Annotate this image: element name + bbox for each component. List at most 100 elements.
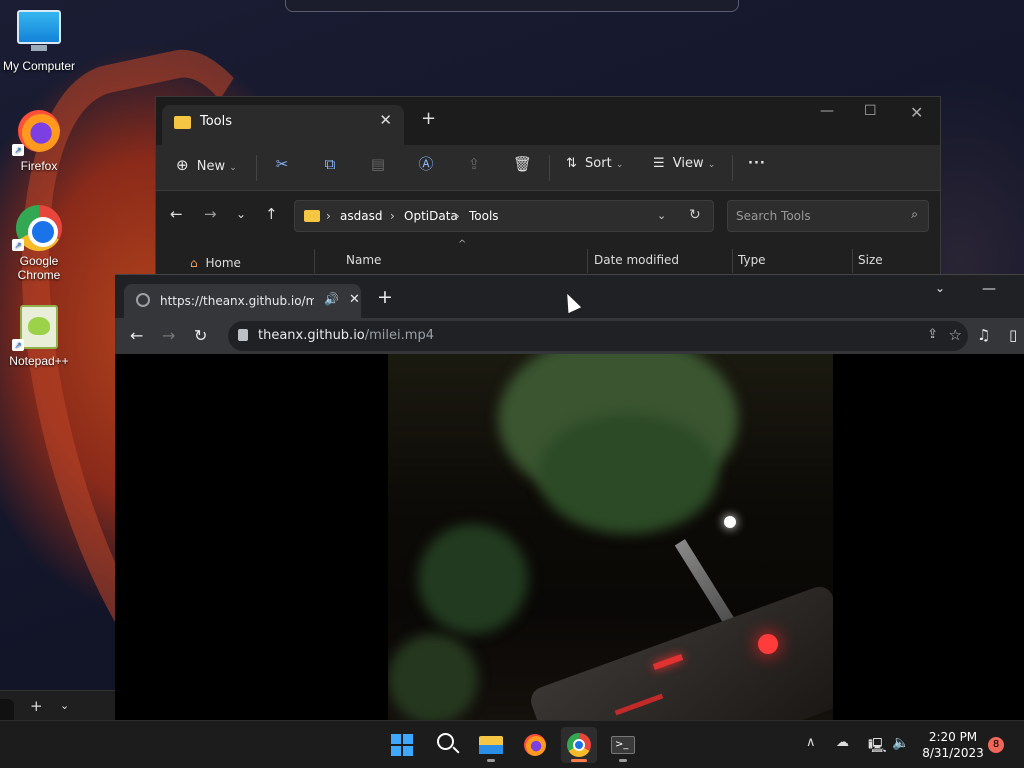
desktop-icon-notepad-plus-plus[interactable]: ↗ Notepad++	[0, 305, 78, 368]
maximize-button[interactable]: ☐	[864, 103, 877, 119]
chrome-icon-center	[573, 739, 585, 751]
taskbar-chrome[interactable]	[561, 727, 597, 763]
video-player[interactable]	[115, 354, 1024, 721]
share-icon[interactable]: ⇪	[927, 327, 938, 342]
new-button-label: New	[196, 159, 226, 174]
search-button[interactable]	[429, 727, 465, 763]
desktop-icon-google-chrome[interactable]: ↗ Google Chrome	[0, 205, 78, 282]
chevron-down-icon[interactable]: ⌄	[60, 699, 69, 712]
refresh-icon[interactable]: ↻	[689, 207, 701, 223]
sort-button-label: Sort	[585, 156, 612, 171]
notepad-plus-plus-icon: ↗	[12, 305, 62, 351]
chrome-browser-window: https://theanx.github.io/milei.mp4 🔊 ✕ +…	[115, 274, 1024, 721]
breadcrumb-item[interactable]: asdasd	[340, 209, 382, 223]
back-arrow-icon[interactable]: ←	[130, 326, 143, 345]
desktop-search-bar[interactable]	[285, 0, 739, 12]
new-tab-button[interactable]: +	[30, 697, 43, 715]
address-bar[interactable]: › asdasd › OptiData › Tools ⌄ ↻	[294, 200, 714, 232]
cut-icon[interactable]: ✂	[273, 155, 291, 173]
network-icon[interactable]: 🖳	[868, 735, 887, 759]
view-button[interactable]: ☰ View ⌄	[653, 156, 715, 171]
desktop-icon-label: Notepad++	[9, 354, 69, 368]
up-arrow-icon[interactable]: ↑	[265, 205, 278, 223]
lock-icon	[238, 329, 248, 341]
new-tab-button[interactable]: +	[421, 108, 436, 129]
taskbar-firefox[interactable]	[517, 727, 553, 763]
search-icon-handle	[452, 746, 460, 754]
notification-badge[interactable]: 8	[988, 737, 1004, 753]
search-input[interactable]: Search Tools ⌕	[727, 200, 929, 232]
toolbar-divider	[256, 155, 257, 181]
desktop-icon-firefox[interactable]: ↗ Firefox	[0, 108, 78, 173]
delete-icon[interactable]: 🗑	[513, 155, 532, 173]
new-button[interactable]: ⊕ New ⌄	[176, 156, 237, 174]
toolbar-divider	[549, 155, 550, 181]
view-list-icon: ☰	[653, 156, 665, 171]
column-divider	[314, 249, 315, 273]
column-header-type[interactable]: Type	[738, 253, 766, 267]
video-foliage	[418, 524, 528, 634]
audio-playing-icon[interactable]: 🔊	[324, 292, 339, 306]
firefox-icon: ↗	[12, 110, 62, 156]
desktop-icon-label: My Computer	[2, 59, 76, 73]
onedrive-warning-icon[interactable]: ☁	[836, 735, 849, 750]
video-foliage	[538, 414, 718, 534]
rename-icon[interactable]: Ⓐ	[417, 155, 435, 173]
terminal-icon: >_	[611, 736, 635, 754]
sidebar-item-home[interactable]: ⌂ Home	[190, 256, 241, 270]
taskbar-file-explorer[interactable]	[473, 727, 509, 763]
sidebar-item-label: Home	[205, 256, 241, 270]
start-button[interactable]	[384, 727, 420, 763]
side-panel-icon[interactable]: ▯	[1009, 326, 1017, 344]
shortcut-arrow-icon: ↗	[12, 239, 24, 251]
background-window-tab[interactable]	[0, 699, 14, 721]
media-controls-icon[interactable]: ♫	[977, 326, 990, 344]
column-header-date-modified[interactable]: Date modified	[594, 253, 679, 267]
column-header-size[interactable]: Size	[858, 253, 883, 267]
shortcut-arrow-icon: ↗	[12, 144, 24, 156]
paste-icon[interactable]: ▤	[369, 155, 387, 173]
minimize-button[interactable]: —	[820, 103, 834, 119]
recent-locations-chevron-icon[interactable]: ⌄	[236, 207, 246, 221]
more-options-button[interactable]: ···	[748, 156, 766, 171]
search-icon: ⌕	[911, 207, 918, 221]
url-path: /milei.mp4	[364, 328, 434, 343]
desktop-icon-my-computer[interactable]: My Computer	[0, 10, 78, 73]
video-taillight	[758, 634, 778, 654]
close-tab-icon[interactable]: ✕	[379, 111, 392, 129]
minimize-button[interactable]: —	[982, 281, 996, 297]
breadcrumb-item[interactable]: Tools	[469, 209, 499, 223]
globe-icon	[136, 293, 150, 307]
browser-tab[interactable]: https://theanx.github.io/milei.mp4 🔊 ✕	[124, 284, 361, 318]
tab-search-chevron-icon[interactable]: ⌄	[935, 281, 945, 295]
clock-date: 8/31/2023	[922, 746, 984, 760]
windows-logo-icon	[391, 734, 413, 756]
breadcrumb-item[interactable]: OptiData	[404, 209, 458, 223]
bookmark-star-icon[interactable]: ☆	[949, 326, 962, 344]
show-hidden-icons-chevron[interactable]: ∧	[806, 735, 816, 750]
desktop-icon-label: Google Chrome	[17, 254, 61, 282]
share-icon[interactable]: ⇪	[465, 155, 483, 173]
copy-icon[interactable]: ⧉	[321, 155, 339, 173]
new-tab-button[interactable]: +	[377, 286, 393, 308]
column-header-name[interactable]: Name	[346, 253, 381, 267]
clock[interactable]: 2:20 PM 8/31/2023	[920, 729, 986, 761]
explorer-tab[interactable]: Tools ✕	[162, 105, 404, 145]
video-frame[interactable]	[388, 354, 833, 721]
taskbar-terminal[interactable]: >_	[605, 727, 641, 763]
sort-button[interactable]: ⇅ Sort ⌄	[566, 156, 623, 171]
volume-icon[interactable]: 🔈	[892, 735, 909, 751]
address-bar[interactable]: theanx.github.io/milei.mp4 ⇪ ☆	[228, 321, 968, 351]
forward-arrow-icon[interactable]: →	[162, 326, 175, 345]
video-car	[527, 582, 833, 721]
view-button-label: View	[672, 156, 704, 171]
forward-arrow-icon[interactable]: →	[204, 205, 217, 223]
video-light	[724, 516, 736, 528]
address-dropdown-chevron-icon[interactable]: ⌄	[657, 209, 666, 222]
close-tab-icon[interactable]: ✕	[349, 292, 360, 307]
back-arrow-icon[interactable]: ←	[170, 205, 183, 223]
reload-icon[interactable]: ↻	[194, 326, 207, 345]
desktop-icon-label: Firefox	[20, 159, 58, 173]
close-window-button[interactable]: ✕	[910, 103, 923, 122]
monitor-icon	[16, 10, 62, 56]
